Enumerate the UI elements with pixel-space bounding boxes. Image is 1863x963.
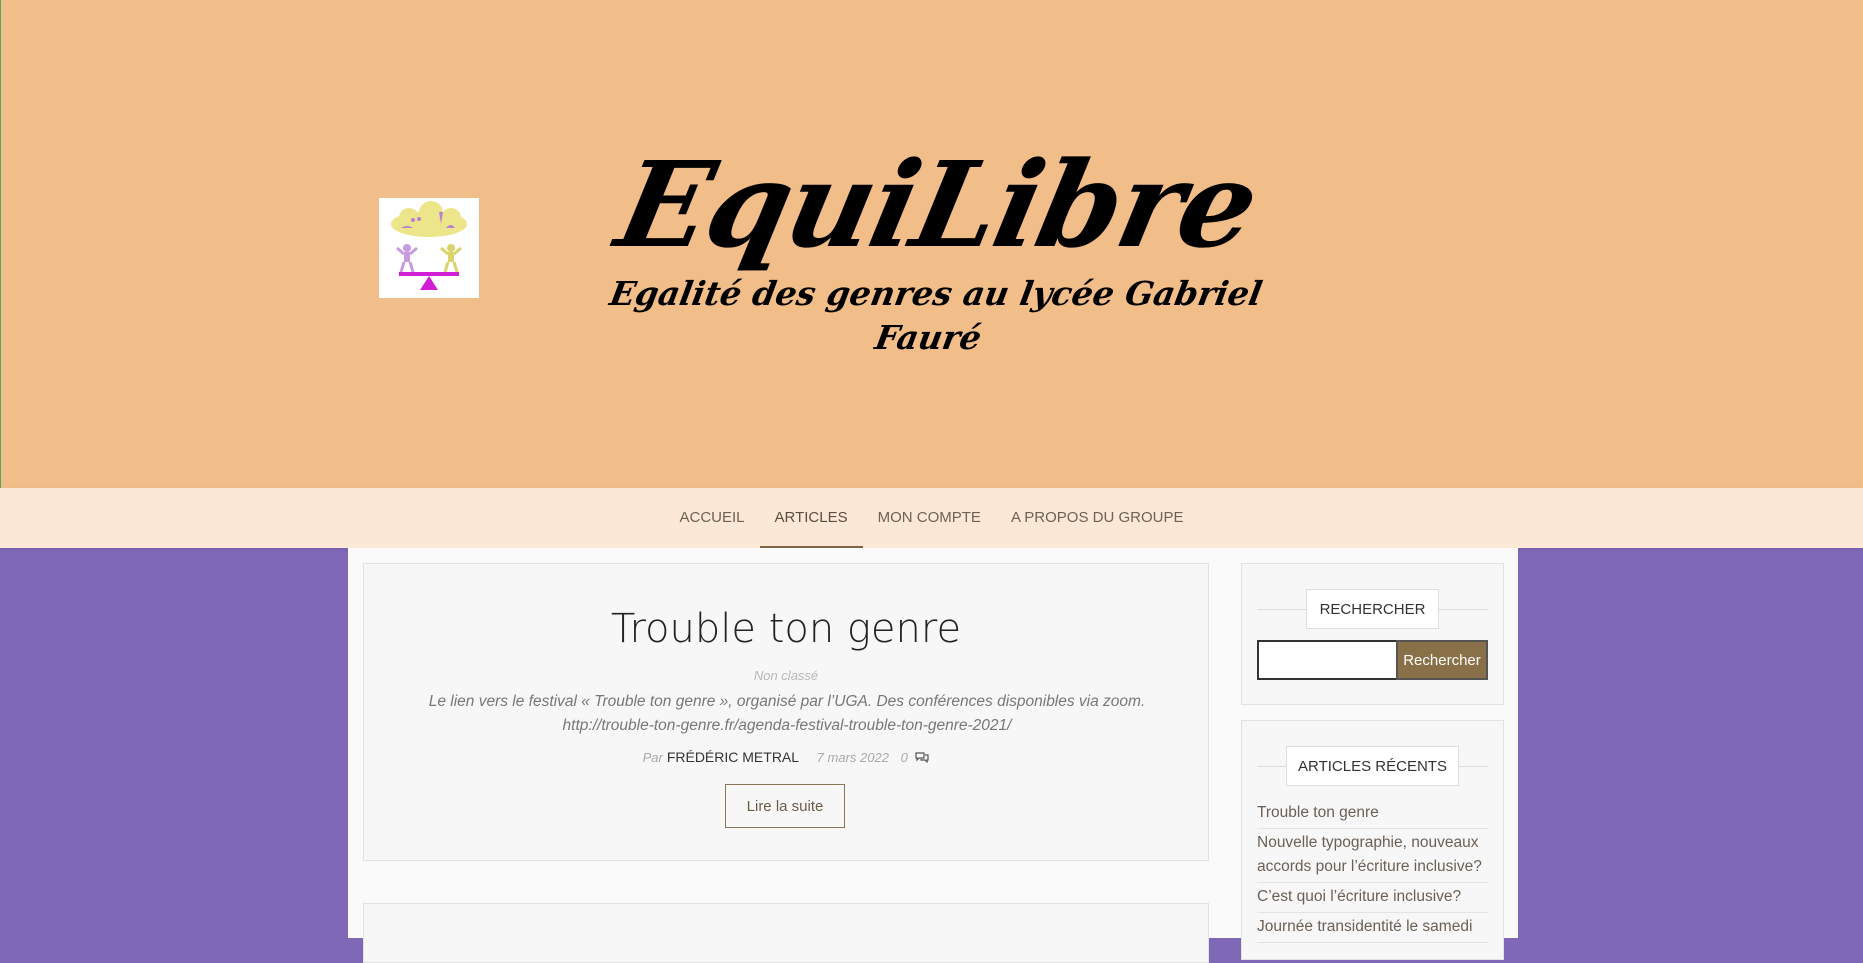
search-widget-title: RECHERCHER <box>1306 589 1439 629</box>
search-widget-heading: RECHERCHER <box>1257 589 1488 629</box>
post-excerpt: Le lien vers le festival « Trouble ton g… <box>428 693 1146 734</box>
recent-post-link[interactable]: Nouvelle typographie, nouveaux accords p… <box>1257 829 1488 883</box>
nav-item-accueil[interactable]: ACCUEIL <box>664 488 759 548</box>
post-author-prefix: Par <box>642 750 663 765</box>
recent-post-link[interactable]: Trouble ton genre <box>1257 799 1488 829</box>
content-area: Trouble ton genre Non classé Le lien ver… <box>348 548 1518 963</box>
recent-post-link[interactable]: C’est quoi l’écriture inclusive? <box>1257 883 1488 913</box>
post-title[interactable]: Trouble ton genre <box>364 604 1208 654</box>
site-title[interactable]: EquiLibre <box>605 130 1268 280</box>
post-comment-count[interactable]: 0 <box>901 750 908 765</box>
balance-scale-logo-icon <box>391 201 467 290</box>
site-tagline: Egalité des genres au lycée Gabriel Faur… <box>606 274 1266 357</box>
site-header: EquiLibre Egalité des genres au lycée Ga… <box>0 0 1863 488</box>
recent-posts-widget: ARTICLES RÉCENTS Trouble ton genre Nouve… <box>1241 720 1504 960</box>
nav-item-articles[interactable]: ARTICLES <box>759 488 863 548</box>
search-input[interactable] <box>1257 640 1396 680</box>
site-logo[interactable] <box>379 198 479 298</box>
post-card <box>363 903 1209 963</box>
search-button[interactable]: Rechercher <box>1396 640 1488 680</box>
recent-posts-list: Trouble ton genre Nouvelle typographie, … <box>1257 799 1488 943</box>
nav-item-a-propos[interactable]: A PROPOS DU GROUPE <box>996 488 1199 548</box>
recent-posts-heading: ARTICLES RÉCENTS <box>1257 746 1488 786</box>
recent-post-link[interactable]: Journée transidentité le samedi <box>1257 913 1488 943</box>
post-meta: Par FRÉDÉRIC METRAL 7 mars 2022 0 <box>364 749 1208 765</box>
main-navigation: ACCUEIL ARTICLES MON COMPTE A PROPOS DU … <box>0 488 1863 548</box>
comments-icon[interactable] <box>915 750 930 765</box>
post-author[interactable]: FRÉDÉRIC METRAL <box>667 749 799 765</box>
post-card: Trouble ton genre Non classé Le lien ver… <box>363 563 1209 861</box>
nav-item-mon-compte[interactable]: MON COMPTE <box>863 488 996 548</box>
post-date[interactable]: 7 mars 2022 <box>817 750 889 765</box>
search-widget: RECHERCHER Rechercher <box>1241 563 1504 705</box>
read-more-button[interactable]: Lire la suite <box>725 784 845 828</box>
recent-posts-title: ARTICLES RÉCENTS <box>1286 746 1459 786</box>
post-category[interactable]: Non classé <box>364 668 1208 683</box>
